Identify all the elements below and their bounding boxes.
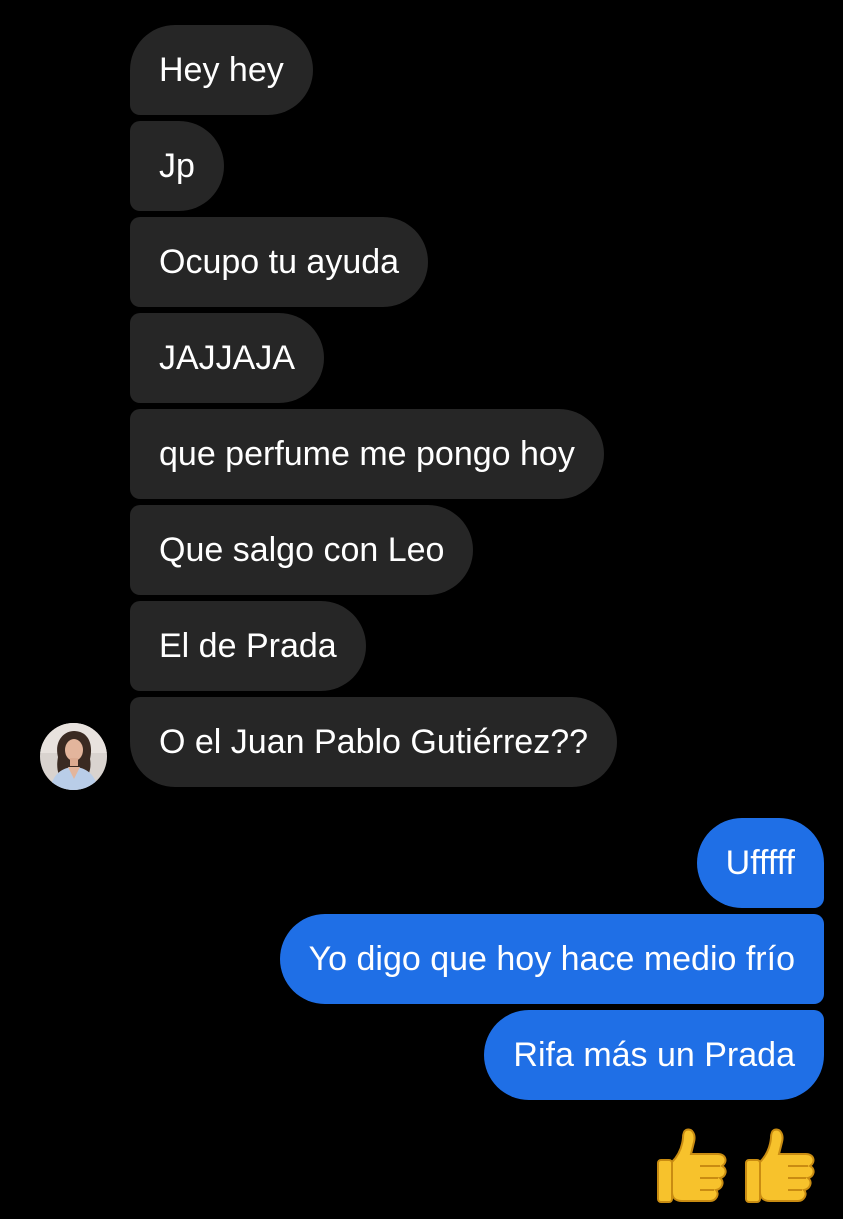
incoming-message-bubble[interactable]: Que salgo con Leo <box>130 505 474 595</box>
message-text: Hey hey <box>159 50 284 89</box>
outgoing-message-bubble[interactable]: Ufffff <box>696 818 824 908</box>
incoming-message-bubble[interactable]: que perfume me pongo hoy <box>130 409 604 499</box>
message-text: O el Juan Pablo Gutiérrez?? <box>159 722 589 761</box>
incoming-message-bubble[interactable]: O el Juan Pablo Gutiérrez?? <box>130 697 618 787</box>
message-text: Ufffff <box>725 843 795 882</box>
reaction-message[interactable] <box>656 1126 818 1206</box>
thumbs-up-icon <box>657 1128 727 1203</box>
outgoing-message-bubble[interactable]: Yo digo que hoy hace medio frío <box>279 914 824 1004</box>
chat-thread: Hey hey Jp Ocupo tu ayuda JAJJAJA que pe… <box>0 0 843 1219</box>
thumbs-up-icon <box>745 1128 815 1203</box>
message-text: Jp <box>159 146 195 185</box>
message-text: Yo digo que hoy hace medio frío <box>308 939 795 978</box>
message-text: El de Prada <box>159 626 337 665</box>
outgoing-message-bubble[interactable]: Rifa más un Prada <box>484 1010 824 1100</box>
message-text: Ocupo tu ayuda <box>159 242 400 281</box>
message-text: Rifa más un Prada <box>513 1035 795 1074</box>
message-text: que perfume me pongo hoy <box>159 434 575 473</box>
incoming-message-bubble[interactable]: Ocupo tu ayuda <box>130 217 429 307</box>
incoming-message-bubble[interactable]: Hey hey <box>130 25 313 115</box>
incoming-message-bubble[interactable]: Jp <box>130 121 224 211</box>
incoming-message-bubble[interactable]: JAJJAJA <box>130 313 325 403</box>
incoming-message-bubble[interactable]: El de Prada <box>130 601 366 691</box>
profile-photo-icon <box>40 723 107 790</box>
avatar[interactable] <box>40 723 107 790</box>
message-text: Que salgo con Leo <box>159 530 445 569</box>
message-text: JAJJAJA <box>159 338 296 377</box>
